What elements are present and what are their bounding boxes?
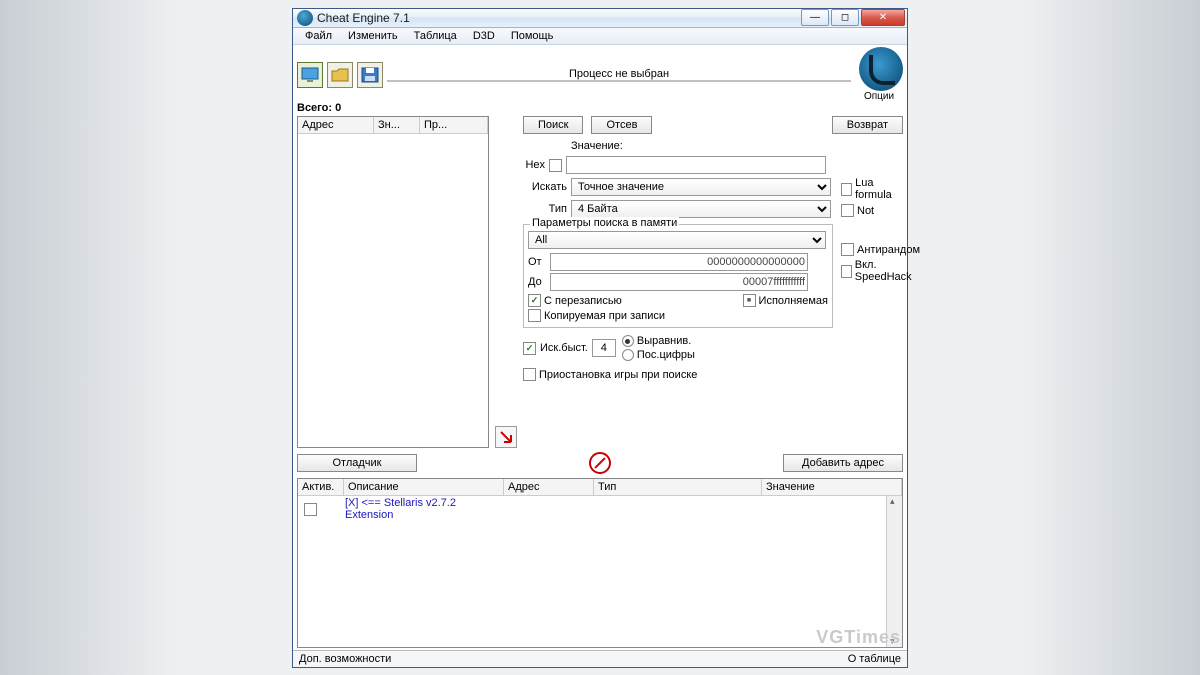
progress-bar [387,80,851,82]
status-bar: Доп. возможности О таблице [293,650,907,666]
options-label[interactable]: Опции [864,91,894,102]
first-scan-button[interactable]: Поиск [523,116,583,134]
value-type-select[interactable]: 4 Байта [571,200,831,218]
range-from-input[interactable] [550,253,808,271]
ct-header-address[interactable]: Адрес [504,479,594,495]
memory-scan-options-group: Параметры поиска в памяти All От До С пе… [523,224,833,328]
speedhack-checkbox[interactable] [841,265,852,278]
table-row[interactable]: [X] <== Stellaris v2.7.2 Extension [298,496,902,522]
status-right[interactable]: О таблице [848,653,901,665]
writable-checkbox[interactable] [528,294,541,307]
maximize-button[interactable]: ◻ [831,9,859,26]
open-file-button[interactable] [327,62,353,88]
titlebar[interactable]: Cheat Engine 7.1 — ◻ ✕ [293,9,907,29]
copy-on-write-checkbox[interactable] [528,309,541,322]
menu-help[interactable]: Помощь [503,28,562,44]
pause-game-checkbox[interactable] [523,368,536,381]
arrow-down-right-icon [499,430,513,444]
total-label: Всего: [297,102,332,114]
range-to-label: До [528,276,546,288]
process-label: Процесс не выбран [569,68,669,80]
antirandom-checkbox[interactable] [841,243,854,256]
antirandom-label: Антирандом [857,244,920,256]
not-label: Not [857,205,874,217]
monitor-icon [301,67,319,83]
open-process-button[interactable] [297,62,323,88]
fast-scan-label: Иск.быст. [540,342,588,354]
lua-formula-checkbox[interactable] [841,183,852,196]
range-from-label: От [528,256,546,268]
value-label: Значение: [571,140,623,152]
alignment-radio[interactable] [622,335,634,347]
fast-scan-checkbox[interactable] [523,342,536,355]
debugger-button[interactable]: Отладчик [297,454,417,472]
lua-formula-label: Lua formula [855,177,903,201]
executable-checkbox[interactable] [743,294,756,307]
result-header-value[interactable]: Зн... [374,117,420,133]
memory-group-title: Параметры поиска в памяти [530,217,679,229]
next-scan-button[interactable]: Отсев [591,116,652,134]
row-active-checkbox[interactable] [304,503,317,516]
last-digits-label: Пос.цифры [637,349,695,361]
menu-d3d[interactable]: D3D [465,28,503,44]
add-to-table-button[interactable] [495,426,517,448]
alignment-label: Выравнив. [637,335,691,347]
result-list[interactable]: Адрес Зн... Пр... [297,116,489,448]
undo-scan-button[interactable]: Возврат [832,116,903,134]
hex-label: Hex [523,159,545,171]
scan-type-select[interactable]: Точное значение [571,178,831,196]
ct-header-active[interactable]: Актив. [298,479,344,495]
fast-scan-value-input[interactable] [592,339,616,357]
ct-header-description[interactable]: Описание [344,479,504,495]
writable-label: С перезаписью [544,295,622,307]
minimize-button[interactable]: — [801,9,829,26]
ct-header-value[interactable]: Значение [762,479,902,495]
table-scrollbar[interactable] [886,496,902,647]
pause-game-label: Приостановка игры при поиске [539,369,697,381]
window-title: Cheat Engine 7.1 [317,11,801,25]
app-icon [297,10,313,26]
no-entry-icon[interactable] [589,452,611,474]
last-digits-radio[interactable] [622,349,634,361]
close-button[interactable]: ✕ [861,9,905,26]
add-address-button[interactable]: Добавить адрес [783,454,903,472]
save-button[interactable] [357,62,383,88]
hex-checkbox[interactable] [549,159,562,172]
menu-file[interactable]: Файл [297,28,340,44]
value-input[interactable] [566,156,826,174]
copy-on-write-label: Копируемая при записи [544,310,665,322]
floppy-icon [361,67,379,83]
folder-open-icon [331,67,349,83]
result-header-address[interactable]: Адрес [298,117,374,133]
value-type-label: Тип [523,203,567,215]
status-left[interactable]: Доп. возможности [299,653,391,665]
range-to-input[interactable] [550,273,808,291]
speedhack-label: Вкл. SpeedHack [855,259,920,283]
row-description[interactable]: [X] <== Stellaris v2.7.2 Extension [345,497,505,521]
menu-edit[interactable]: Изменить [340,28,406,44]
ct-header-type[interactable]: Тип [594,479,762,495]
not-checkbox[interactable] [841,204,854,217]
menu-table[interactable]: Таблица [406,28,465,44]
memory-region-select[interactable]: All [528,231,826,249]
cheat-engine-logo-icon[interactable] [859,47,903,91]
app-window: Cheat Engine 7.1 — ◻ ✕ Файл Изменить Таб… [292,8,908,668]
scan-type-label: Искать [523,181,567,193]
menu-bar: Файл Изменить Таблица D3D Помощь [293,28,907,45]
scan-panel: Поиск Отсев Возврат Значение: Hex Искать… [523,116,903,448]
cheat-table[interactable]: Актив. Описание Адрес Тип Значение [X] <… [297,478,903,648]
total-value: 0 [335,102,341,114]
executable-label: Исполняемая [759,295,828,307]
result-header-previous[interactable]: Пр... [420,117,488,133]
